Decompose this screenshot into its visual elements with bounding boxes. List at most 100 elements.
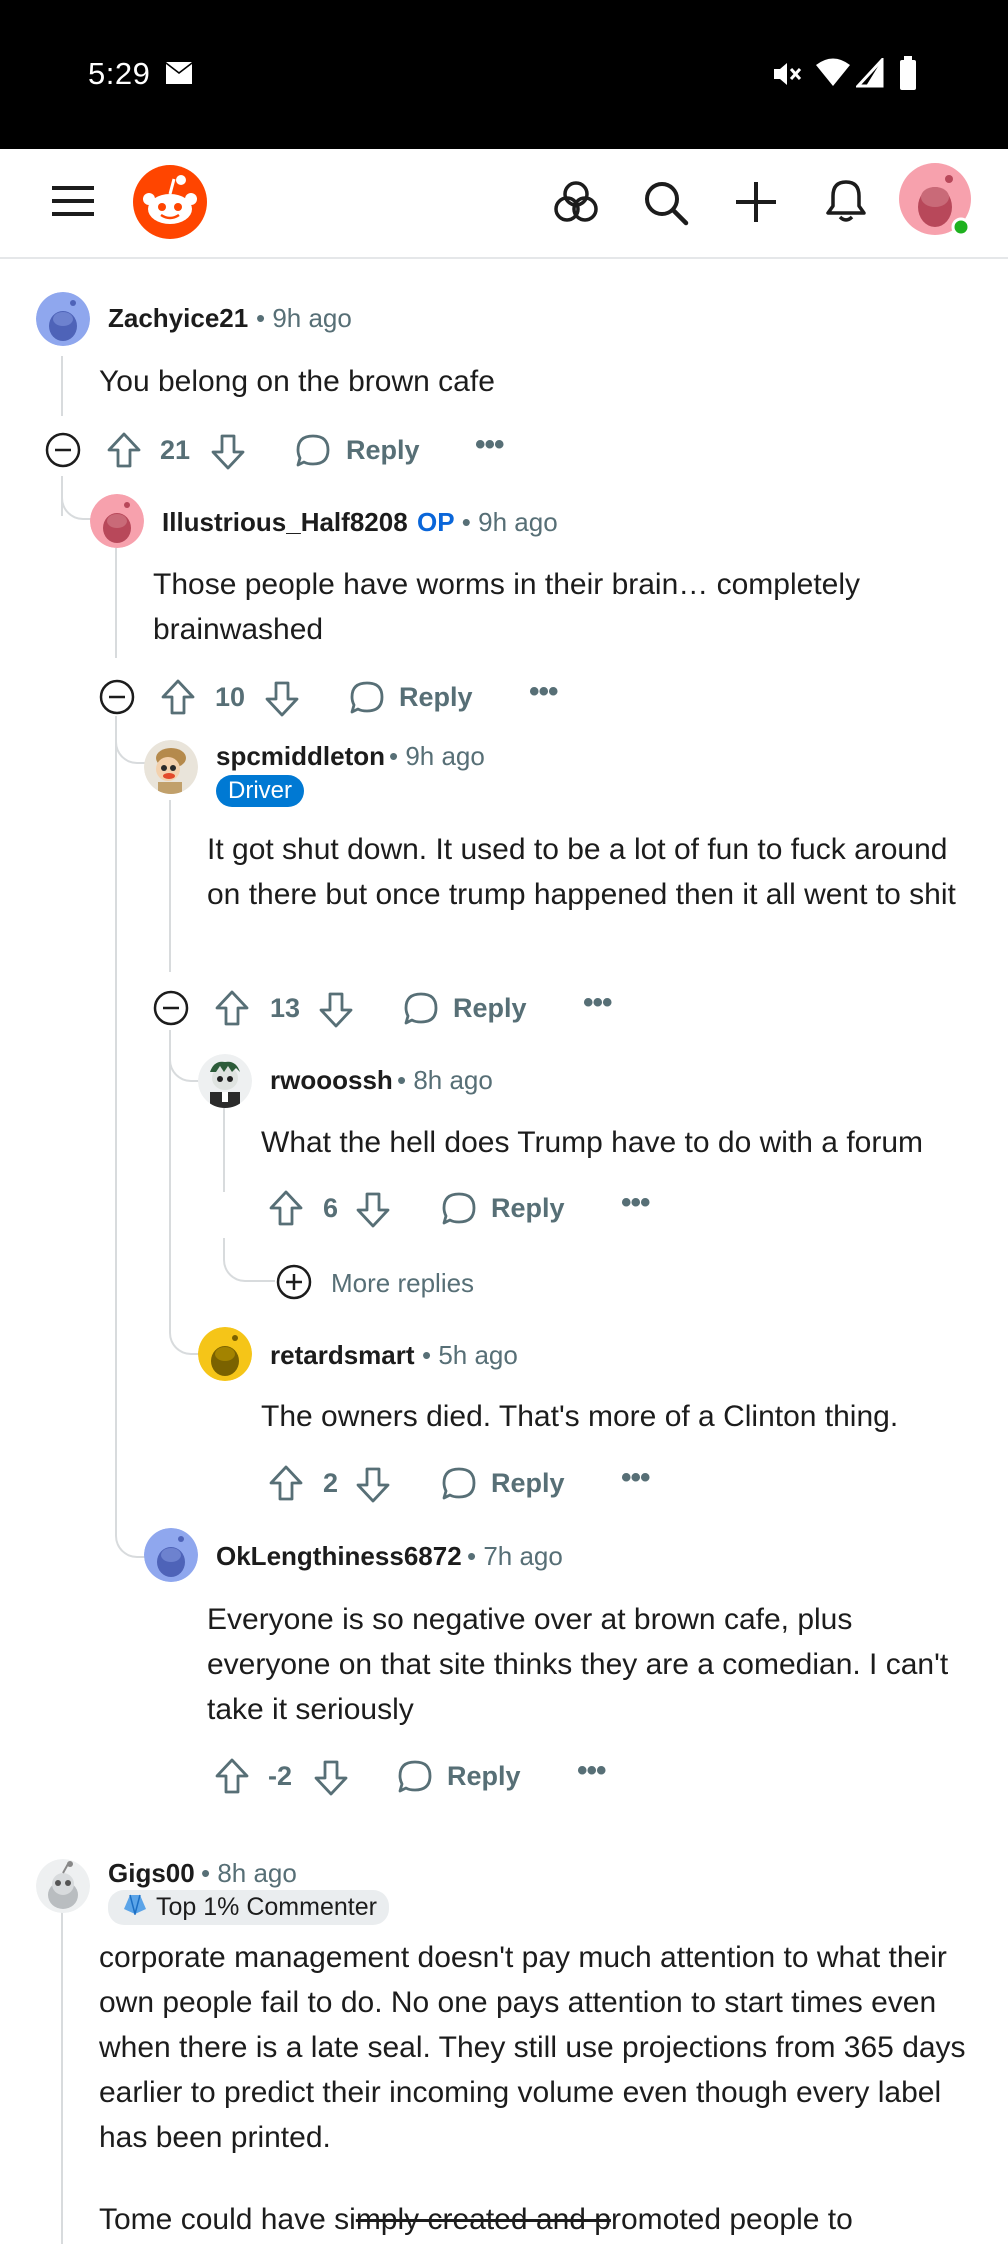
user-flair: Driver — [216, 775, 304, 807]
op-badge: OP — [417, 507, 455, 537]
expand-more-icon[interactable] — [276, 1264, 312, 1305]
upvote-icon[interactable] — [268, 1189, 304, 1232]
comment-time: 5h ago — [438, 1340, 518, 1370]
thread-elbow — [223, 1238, 275, 1282]
vote-count: -2 — [268, 1761, 293, 1791]
comment-body-continued: Tome could have simply created and promo… — [99, 2203, 853, 2236]
more-options-icon[interactable]: ••• — [577, 1754, 606, 1788]
upvote-icon[interactable] — [106, 431, 142, 474]
thread-line — [61, 356, 63, 416]
reply-button[interactable]: Reply — [491, 1193, 565, 1224]
downvote-icon[interactable] — [355, 1466, 391, 1509]
status-bar: 5:29 — [0, 0, 1008, 149]
reply-icon[interactable] — [441, 1466, 477, 1507]
comment-body: Everyone is so negative over at brown ca… — [207, 1603, 949, 1726]
downvote-icon[interactable] — [318, 991, 354, 1034]
search-icon[interactable] — [643, 180, 689, 231]
wifi-icon — [815, 58, 851, 93]
avatar[interactable] — [36, 1859, 90, 1913]
avatar[interactable] — [144, 1528, 198, 1582]
thread-elbow — [61, 478, 93, 520]
collapse-icon[interactable] — [99, 679, 135, 720]
app-bar — [0, 149, 1008, 259]
downvote-icon[interactable] — [355, 1191, 391, 1234]
more-options-icon[interactable]: ••• — [475, 428, 504, 462]
vote-count: 6 — [323, 1193, 339, 1223]
comment-username[interactable]: Illustrious_Half8208 — [162, 507, 408, 538]
reply-button[interactable]: Reply — [399, 682, 473, 713]
hamburger-icon[interactable] — [52, 184, 94, 223]
comment-username[interactable]: spcmiddleton — [216, 741, 385, 772]
thread-elbow — [115, 718, 147, 764]
comment-meta: OP • 9h ago — [417, 507, 558, 537]
user-flair: Top 1% Commenter — [108, 1890, 389, 1925]
thread-elbow — [115, 1510, 147, 1558]
reply-icon[interactable] — [403, 991, 439, 1032]
more-options-icon[interactable]: ••• — [583, 986, 612, 1020]
create-plus-icon[interactable] — [735, 181, 777, 228]
reply-button[interactable]: Reply — [346, 435, 420, 466]
downvote-icon[interactable] — [313, 1759, 349, 1802]
user-avatar-icon[interactable] — [899, 163, 975, 244]
reply-icon[interactable] — [295, 433, 331, 474]
thread-line — [115, 548, 117, 658]
upvote-icon[interactable] — [160, 678, 196, 721]
comment-meta: • 5h ago — [422, 1340, 518, 1370]
comment-username[interactable]: retardsmart — [270, 1340, 415, 1371]
commenter-badge-icon — [122, 1893, 148, 1922]
comment-username[interactable]: rwooossh — [270, 1065, 393, 1096]
upvote-icon[interactable] — [214, 989, 250, 1032]
reply-button[interactable]: Reply — [447, 1761, 521, 1792]
collapse-icon[interactable] — [153, 990, 189, 1031]
signal-icon — [854, 56, 884, 93]
more-options-icon[interactable]: ••• — [529, 675, 558, 709]
avatar[interactable] — [36, 292, 90, 346]
vote-count: 10 — [215, 682, 246, 712]
comment-body: What the hell does Trump have to do with… — [261, 1126, 924, 1159]
avatar[interactable] — [90, 494, 144, 548]
downvote-icon[interactable] — [210, 433, 246, 476]
comment-username[interactable]: Gigs00 — [108, 1858, 195, 1889]
communities-icon[interactable] — [553, 179, 599, 230]
downvote-icon[interactable] — [264, 680, 300, 723]
reply-icon[interactable] — [441, 1191, 477, 1232]
thread-line — [169, 800, 171, 972]
comment-body: You belong on the brown cafe — [99, 365, 495, 398]
thread-line — [61, 1895, 63, 2244]
comment-time: 9h ago — [272, 303, 352, 333]
comment-time: 7h ago — [483, 1541, 563, 1571]
avatar[interactable] — [198, 1054, 252, 1108]
flair-label: Top 1% Commenter — [156, 1893, 377, 1921]
bell-icon[interactable] — [824, 178, 868, 229]
comment-body: Those people have worms in their brain… … — [153, 568, 861, 646]
reddit-logo-icon[interactable] — [133, 165, 207, 244]
mute-icon — [770, 58, 802, 95]
comment-time: 8h ago — [217, 1858, 297, 1888]
more-options-icon[interactable]: ••• — [621, 1461, 650, 1495]
comment-time: 8h ago — [413, 1065, 493, 1095]
comment-meta: • 8h ago — [397, 1065, 493, 1095]
comment-meta: • 7h ago — [467, 1541, 563, 1571]
status-time: 5:29 — [88, 56, 151, 91]
thread-line — [169, 1030, 171, 1330]
thread-elbow — [169, 1305, 201, 1355]
more-replies-link[interactable]: More replies — [331, 1268, 474, 1299]
comment-username[interactable]: OkLengthiness6872 — [216, 1541, 462, 1572]
vote-count: 2 — [323, 1468, 339, 1498]
avatar[interactable] — [144, 740, 198, 794]
comment-body: corporate management doesn't pay much at… — [99, 1941, 966, 2154]
more-options-icon[interactable]: ••• — [621, 1186, 650, 1220]
reply-button[interactable]: Reply — [453, 993, 527, 1024]
reply-icon[interactable] — [397, 1759, 433, 1800]
battery-icon — [898, 56, 918, 95]
thread-line — [115, 716, 117, 1526]
upvote-icon[interactable] — [268, 1464, 304, 1507]
comment-meta: • 9h ago — [256, 303, 352, 333]
avatar[interactable] — [198, 1327, 252, 1381]
upvote-icon[interactable] — [214, 1757, 250, 1800]
comment-username[interactable]: Zachyice21 — [108, 303, 248, 334]
comment-body: The owners died. That's more of a Clinto… — [261, 1400, 899, 1433]
collapse-icon[interactable] — [45, 432, 81, 473]
reply-button[interactable]: Reply — [491, 1468, 565, 1499]
reply-icon[interactable] — [349, 680, 385, 721]
